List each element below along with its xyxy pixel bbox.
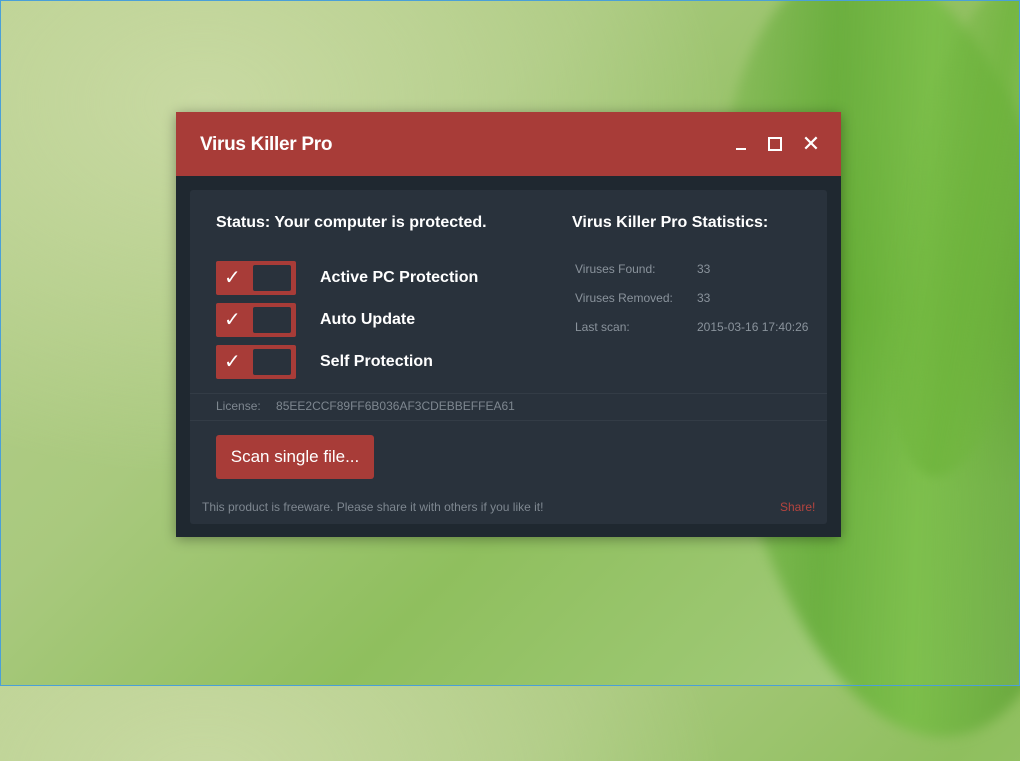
stat-row-last-scan: Last scan: 2015-03-16 17:40:26: [575, 320, 808, 334]
divider: [190, 393, 827, 394]
close-button[interactable]: ✕: [799, 132, 823, 156]
app-window: Virus Killer Pro ✕ Status: Your computer…: [176, 112, 841, 537]
stat-value: 2015-03-16 17:40:26: [697, 320, 809, 334]
freeware-notice: This product is freeware. Please share i…: [202, 500, 544, 514]
maximize-icon: [768, 137, 782, 151]
toggle-label: Auto Update: [320, 311, 416, 328]
status-text: Status: Your computer is protected.: [216, 214, 487, 231]
divider: [190, 420, 827, 421]
active-pc-protection-toggle[interactable]: ✓: [216, 261, 296, 295]
toggle-row-active-pc-protection: ✓ Active PC Protection: [216, 261, 478, 295]
window-title: Virus Killer Pro: [200, 134, 333, 155]
toggle-knob: [253, 349, 291, 375]
main-panel: Status: Your computer is protected. Viru…: [190, 190, 827, 524]
toggle-knob: [253, 265, 291, 291]
minimize-icon: [736, 148, 746, 150]
license-info: License: 85EE2CCF89FF6B036AF3CDEBBEFFEA6…: [216, 399, 515, 413]
scan-single-file-button[interactable]: Scan single file...: [216, 435, 374, 479]
toggle-row-self-protection: ✓ Self Protection: [216, 345, 433, 379]
statistics-title: Virus Killer Pro Statistics:: [572, 214, 769, 231]
close-icon: ✕: [801, 131, 821, 156]
checkmark-icon: ✓: [224, 265, 241, 289]
stat-label: Viruses Removed:: [575, 291, 673, 305]
auto-update-toggle[interactable]: ✓: [216, 303, 296, 337]
stat-row-viruses-removed: Viruses Removed: 33: [575, 291, 710, 305]
license-label: License:: [216, 399, 261, 413]
checkmark-icon: ✓: [224, 349, 241, 373]
toggle-knob: [253, 307, 291, 333]
toggle-row-auto-update: ✓ Auto Update: [216, 303, 415, 337]
license-key: 85EE2CCF89FF6B036AF3CDEBBEFFEA61: [276, 399, 515, 413]
self-protection-toggle[interactable]: ✓: [216, 345, 296, 379]
title-bar[interactable]: Virus Killer Pro ✕: [176, 112, 841, 176]
stat-label: Last scan:: [575, 320, 630, 334]
share-link[interactable]: Share!: [780, 500, 815, 514]
toggle-label: Active PC Protection: [320, 269, 479, 286]
stat-row-viruses-found: Viruses Found: 33: [575, 262, 710, 276]
minimize-button[interactable]: [729, 132, 753, 156]
checkmark-icon: ✓: [224, 307, 241, 331]
stat-value: 33: [697, 262, 711, 276]
maximize-button[interactable]: [763, 132, 787, 156]
stat-label: Viruses Found:: [575, 262, 656, 276]
toggle-label: Self Protection: [320, 353, 433, 370]
stat-value: 33: [697, 291, 711, 305]
